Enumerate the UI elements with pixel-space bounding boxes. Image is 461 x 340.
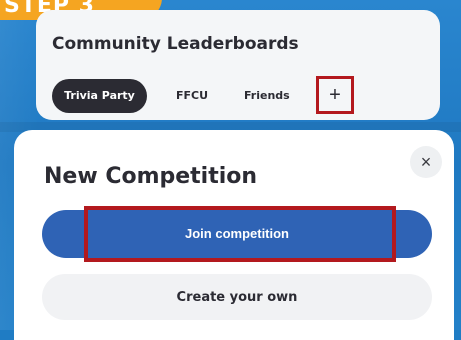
create-your-own-button[interactable]: Create your own xyxy=(42,274,432,320)
close-icon: × xyxy=(420,152,432,172)
leaderboards-title: Community Leaderboards xyxy=(52,34,299,54)
join-highlight-box xyxy=(84,206,396,262)
add-leaderboard-button[interactable]: + xyxy=(316,76,354,114)
sheet-title: New Competition xyxy=(44,164,258,189)
community-leaderboards-card: Community Leaderboards Trivia Party FFCU… xyxy=(36,10,440,120)
plus-icon: + xyxy=(329,84,341,106)
tab-friends[interactable]: Friends xyxy=(244,79,290,113)
close-button[interactable]: × xyxy=(410,146,442,178)
new-competition-sheet: × New Competition Join competition Creat… xyxy=(14,130,454,340)
tab-ffcu[interactable]: FFCU xyxy=(176,79,208,113)
tab-trivia-party[interactable]: Trivia Party xyxy=(52,79,147,113)
